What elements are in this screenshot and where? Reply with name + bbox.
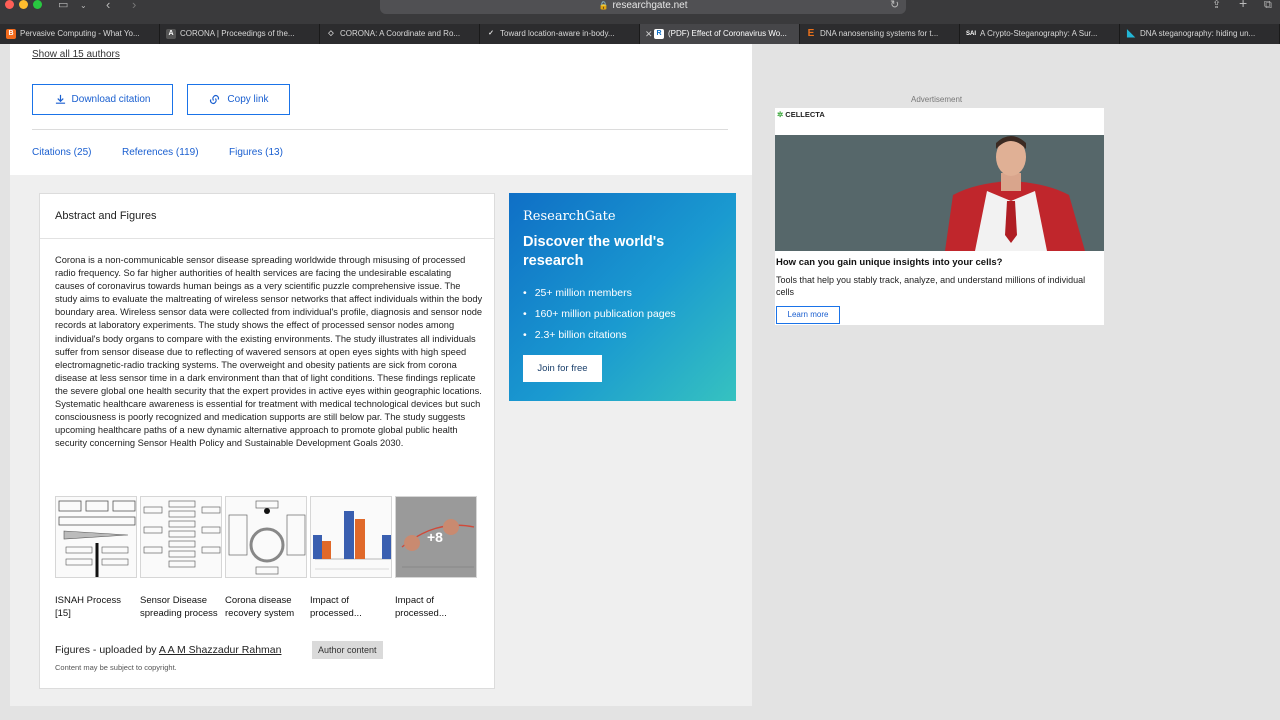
header-divider (32, 129, 728, 130)
figure-caption[interactable]: Corona disease recovery system (225, 595, 307, 620)
figure-caption[interactable]: Impact of processed... (395, 595, 477, 620)
cycle-diagram-icon (228, 500, 306, 575)
minimize-window-icon[interactable] (19, 0, 28, 9)
promo-bullet: 160+ million publication pages (523, 304, 676, 325)
figure-thumbnail-bar-chart[interactable] (310, 496, 392, 578)
reload-icon[interactable]: ↻ (890, 0, 899, 11)
advertisement[interactable]: ✲ CELLECTA How can you gain unique insigh… (775, 108, 1104, 325)
share-icon[interactable]: ⇪ (1212, 0, 1221, 11)
back-icon[interactable]: ‹ (106, 0, 110, 11)
address-bar[interactable]: 🔒 researchgate.net (380, 0, 906, 14)
figure-thumbnail-spreading[interactable] (140, 496, 222, 578)
figure-caption[interactable]: Impact of processed... (310, 595, 392, 620)
uploader-link[interactable]: A A M Shazzadur Rahman (159, 644, 282, 656)
author-content-badge: Author content (312, 641, 383, 659)
join-for-free-button[interactable]: Join for free (523, 355, 602, 382)
uploaded-prefix: Figures - uploaded by (55, 644, 159, 656)
link-icon (210, 94, 220, 105)
tab-bar: B Pervasive Computing - What Yo... A CORON… (0, 24, 1280, 44)
promo-bullet: 25+ million members (523, 283, 676, 304)
figure-caption[interactable]: Sensor Disease spreading process (140, 595, 222, 620)
browser-toolbar: ▭ ⌄ ‹ › ▤ 🔒researchgate.net ↻ ⇪ + ⧉ (0, 0, 1280, 24)
tab-overview-icon[interactable]: ⧉ (1264, 0, 1272, 11)
more-figures-count: +8 (427, 529, 443, 545)
researchgate-promo-card: ResearchGate Discover the world's resear… (509, 193, 736, 401)
forward-icon[interactable]: › (132, 0, 136, 11)
cellecta-logo-icon: ✲ (777, 110, 784, 119)
blogger-icon: B (6, 29, 16, 39)
promo-headline: Discover the world's research (523, 234, 665, 269)
ad-body: Tools that help you stably track, analyz… (776, 275, 1086, 297)
person-photo-icon (775, 135, 1104, 251)
abstract-text: Corona is a non-communicable sensor dise… (55, 255, 483, 449)
diamond-icon: ◇ (328, 30, 334, 37)
tab-title: Pervasive Computing - What Yo... (20, 29, 140, 38)
lock-icon: 🔒 (598, 1, 609, 10)
figure-thumbnail-isnah[interactable] (55, 496, 137, 578)
researchgate-icon: R (654, 29, 664, 39)
ad-brand-name: CELLECTA (785, 110, 825, 119)
tab-references[interactable]: References (119) (122, 147, 199, 158)
tab-title: DNA steganography: hiding un... (1140, 29, 1256, 38)
copy-link-label: Copy link (227, 94, 269, 105)
chevron-down-icon[interactable]: ⌄ (80, 0, 87, 11)
new-tab-icon[interactable]: + (1239, 0, 1247, 10)
tab-citations[interactable]: Citations (25) (32, 147, 91, 158)
abstract-divider (40, 238, 494, 239)
elsevier-icon: E (807, 28, 815, 39)
sidebar-icon[interactable]: ▭ (58, 0, 68, 11)
copy-link-button[interactable]: Copy link (187, 84, 290, 115)
ad-headline: How can you gain unique insights into yo… (776, 257, 1003, 268)
tab-title: A Crypto-Steganography: A Sur... (980, 29, 1098, 38)
browser-tab[interactable]: ✓ Toward location-aware in-body... (480, 24, 640, 44)
browser-tab[interactable]: A CORONA | Proceedings of the... (160, 24, 320, 44)
flowchart-figure-icon (58, 500, 136, 577)
researchgate-logo: ResearchGate (523, 209, 616, 224)
close-window-icon[interactable] (5, 0, 14, 9)
copyright-note: Content may be subject to copyright. (55, 663, 177, 672)
browser-tab[interactable]: SAI A Crypto-Steganography: A Sur... (960, 24, 1120, 44)
address-text: researchgate.net (612, 0, 688, 11)
browser-tab-active[interactable]: ✕ R (PDF) Effect of Coronavirus Wo... (640, 24, 800, 44)
learn-more-button[interactable]: Learn more (776, 306, 840, 324)
flowchart-figure-icon (143, 500, 221, 568)
tab-title: Toward location-aware in-body... (500, 29, 615, 38)
browser-tab[interactable]: B Pervasive Computing - What Yo... (0, 24, 160, 44)
close-tab-icon[interactable]: ✕ (645, 24, 653, 44)
abstract-card: Abstract and Figures Corona is a non-com… (39, 193, 495, 689)
publication-header: Show all 15 authors Download citation Co… (10, 44, 752, 175)
tab-title: DNA nanosensing systems for t... (820, 29, 939, 38)
tab-title: CORONA | Proceedings of the... (180, 29, 295, 38)
browser-tab[interactable]: E DNA nanosensing systems for t... (800, 24, 960, 44)
browser-tab[interactable]: ◇ CORONA: A Coordinate and Ro... (320, 24, 480, 44)
tab-figures[interactable]: Figures (13) (229, 147, 283, 158)
ad-brand: ✲ CELLECTA (777, 110, 825, 119)
figure-caption[interactable]: ISNAH Process [15] (55, 595, 137, 620)
browser-tab[interactable]: ◣ DNA steganography: hiding un... (1120, 24, 1280, 44)
figure-thumbnail-recovery[interactable] (225, 496, 307, 578)
triangle-icon: ◣ (1127, 28, 1135, 39)
bar-chart-figure-icon (313, 511, 391, 570)
download-citation-button[interactable]: Download citation (32, 84, 173, 115)
tab-title: (PDF) Effect of Coronavirus Wo... (668, 29, 787, 38)
tab-title: CORONA: A Coordinate and Ro... (340, 29, 461, 38)
acm-icon: A (166, 29, 176, 39)
zoom-window-icon[interactable] (33, 0, 42, 9)
download-citation-label: Download citation (71, 94, 151, 105)
main-column: Show all 15 authors Download citation Co… (10, 44, 752, 706)
page: Show all 15 authors Download citation Co… (0, 44, 1280, 720)
promo-bullets: 25+ million members 160+ million publica… (523, 283, 676, 346)
abstract-title: Abstract and Figures (55, 210, 157, 222)
show-all-authors-link[interactable]: Show all 15 authors (32, 49, 120, 60)
advertisement-label: Advertisement (911, 95, 963, 104)
figures-uploaded-by: Figures - uploaded by A A M Shazzadur Ra… (55, 644, 281, 656)
figure-thumbnail-more[interactable]: +8 (395, 496, 477, 578)
promo-bullet: 2.3+ billion citations (523, 325, 676, 346)
ad-image[interactable] (775, 135, 1104, 251)
check-icon: ✓ (488, 30, 494, 37)
sai-icon: SAI (965, 31, 976, 37)
download-icon (55, 94, 65, 104)
